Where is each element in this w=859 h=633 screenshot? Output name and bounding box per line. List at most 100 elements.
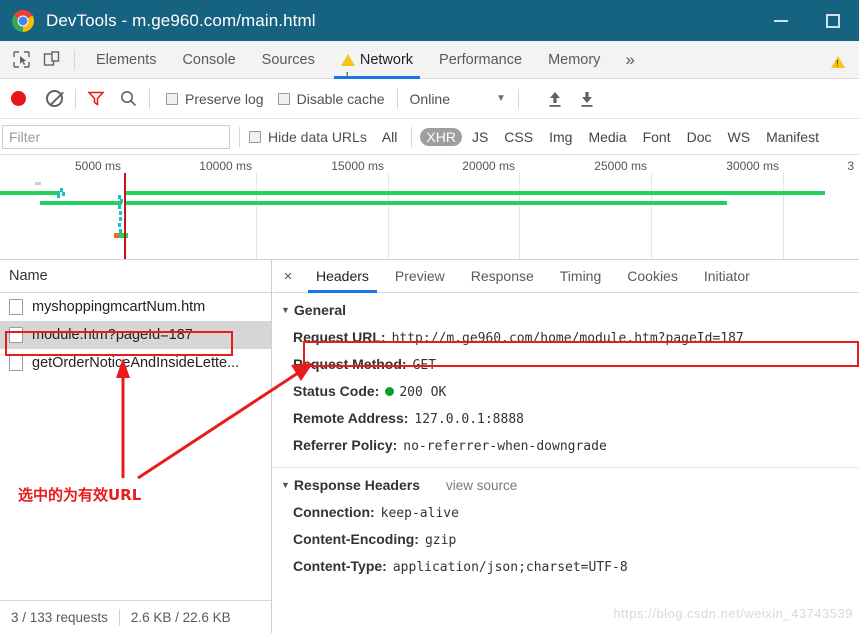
header-key: Request URL: — [293, 329, 386, 345]
header-row-referrer-policy: Referrer Policy: no-referrer-when-downgr… — [273, 432, 859, 459]
timeline-gridline — [651, 173, 652, 259]
general-section-title: General — [293, 302, 347, 318]
import-har-icon[interactable] — [547, 90, 563, 108]
tab-memory-label: Memory — [548, 51, 601, 68]
tab-network-label: Network — [359, 51, 414, 68]
request-name: module.htm?pageId=187 — [32, 327, 193, 343]
toolbar-divider-3 — [396, 88, 398, 109]
requests-column-header[interactable]: Name — [0, 260, 271, 293]
request-bar-4 — [124, 201, 727, 205]
tab-performance-label: Performance — [439, 51, 523, 68]
request-bar-1 — [0, 191, 60, 195]
filter-input[interactable] — [2, 124, 230, 149]
table-row[interactable]: myshoppingmcartNum.htm — [0, 293, 271, 321]
filter-type-img[interactable]: Img — [543, 128, 578, 146]
header-key: Referrer Policy: — [293, 437, 398, 453]
header-row-request-url: Request URL: http://m.ge960.com/home/mod… — [273, 324, 859, 351]
network-overview-timeline[interactable]: 5000 ms 10000 ms 15000 ms 20000 ms 25000 ms 3… — [0, 155, 859, 260]
timeline-connector-dot — [57, 194, 60, 198]
header-row-content-encoding: Content-Encoding: gzip — [273, 526, 859, 553]
close-icon[interactable]: × — [273, 268, 303, 285]
tab-sources[interactable]: Sources — [249, 41, 328, 79]
throttling-select[interactable]: Online ▼ — [410, 91, 506, 107]
device-toolbar-button[interactable] — [36, 45, 66, 75]
tab-console[interactable]: Console — [169, 41, 248, 79]
tab-response[interactable]: Response — [458, 260, 547, 293]
tab-memory[interactable]: Memory — [535, 41, 613, 79]
request-bar-3 — [40, 201, 122, 205]
watermark-text: https://blog.csdn.net/weixin_43743539 — [613, 606, 853, 621]
network-statusbar: 3 / 133 requests 2.6 KB / 22.6 KB — [0, 600, 271, 633]
timeline-connector-dot — [118, 223, 121, 227]
tab-preview[interactable]: Preview — [382, 260, 458, 293]
response-headers-section-header[interactable]: ▼ Response Headers view source — [273, 468, 859, 499]
inspect-element-button[interactable] — [6, 45, 36, 75]
resource-type-filters: All XHR JS CSS Img Media Font Doc WS Man… — [376, 126, 825, 147]
tab-network[interactable]: Network — [328, 41, 426, 95]
har-buttons — [531, 90, 595, 108]
warning-triangle-icon — [340, 52, 355, 95]
record-button-icon[interactable] — [11, 91, 26, 106]
header-value[interactable]: http://m.ge960.com/home/module.htm?pageI… — [392, 331, 744, 346]
tab-cookies[interactable]: Cookies — [614, 260, 691, 293]
clear-icon[interactable] — [46, 90, 63, 107]
header-key: Content-Encoding: — [293, 531, 419, 547]
timeline-tick-label: 10000 ms — [199, 159, 252, 173]
filterbar-divider-2 — [411, 126, 413, 147]
header-value: keep-alive — [380, 506, 459, 521]
timeline-gridline — [519, 173, 520, 259]
tab-headers[interactable]: Headers — [303, 260, 382, 293]
request-bar-2 — [124, 191, 825, 195]
requests-panel: Name myshoppingmcartNum.htm module.htm?p… — [0, 260, 272, 633]
toolbar-divider-1 — [75, 88, 76, 109]
general-section-header[interactable]: ▼ General — [273, 293, 859, 324]
more-tabs-button[interactable]: » — [613, 50, 646, 70]
filter-type-doc[interactable]: Doc — [681, 128, 718, 146]
export-har-icon[interactable] — [579, 90, 595, 108]
filter-type-media[interactable]: Media — [582, 128, 632, 146]
filter-type-manifest[interactable]: Manifest — [760, 128, 825, 146]
throttling-value: Online — [409, 90, 450, 107]
header-value: 127.0.0.1:8888 — [414, 412, 524, 427]
header-value: no-referrer-when-downgrade — [403, 439, 607, 454]
header-row-remote-address: Remote Address: 127.0.0.1:8888 — [273, 405, 859, 432]
document-icon — [9, 327, 23, 343]
filter-type-css[interactable]: CSS — [498, 128, 539, 146]
timeline-tick-label: 30000 ms — [726, 159, 779, 173]
maximize-icon — [826, 13, 840, 28]
timeline-tick-label: 25000 ms — [594, 159, 647, 173]
header-row-request-method: Request Method: GET — [273, 351, 859, 378]
view-source-link[interactable]: view source — [446, 478, 517, 493]
tab-elements[interactable]: Elements — [83, 41, 169, 79]
timeline-connector-dot — [119, 217, 122, 221]
table-row[interactable]: module.htm?pageId=187 — [0, 321, 271, 349]
table-row[interactable]: getOrderNoticeAndInsideLette... — [0, 349, 271, 377]
hide-data-urls-checkbox[interactable]: Hide data URLs — [249, 129, 367, 145]
timeline-dom-content-loaded-marker — [124, 173, 126, 259]
tab-performance[interactable]: Performance — [426, 41, 535, 79]
maximize-button[interactable] — [807, 0, 859, 41]
filterbar-divider-1 — [239, 126, 240, 147]
tab-timing[interactable]: Timing — [547, 260, 615, 293]
timeline-tick-label: 20000 ms — [462, 159, 515, 173]
filter-type-font[interactable]: Font — [637, 128, 677, 146]
warning-count-icon[interactable] — [831, 54, 845, 68]
search-icon[interactable] — [120, 90, 137, 107]
filter-type-all[interactable]: All — [376, 128, 404, 146]
filter-funnel-icon[interactable] — [88, 91, 104, 106]
hide-data-urls-checkbox-box — [249, 130, 261, 143]
timeline-gridline — [388, 173, 389, 259]
chevron-down-icon: ▼ — [496, 93, 506, 104]
timeline-tick-label: 5000 ms — [74, 159, 121, 173]
preserve-log-checkbox-box — [166, 92, 178, 105]
tab-initiator[interactable]: Initiator — [691, 260, 763, 293]
filter-type-js[interactable]: JS — [466, 128, 494, 146]
tabstrip-divider — [74, 49, 75, 70]
device-toolbar-icon — [43, 51, 59, 66]
minimize-button[interactable] — [755, 0, 807, 41]
disable-cache-checkbox[interactable]: Disable cache — [277, 91, 385, 107]
timeline-connector-dot — [119, 211, 122, 215]
filter-type-ws[interactable]: WS — [722, 128, 757, 146]
filter-type-xhr[interactable]: XHR — [420, 127, 462, 146]
preserve-log-checkbox[interactable]: Preserve log — [166, 91, 264, 107]
